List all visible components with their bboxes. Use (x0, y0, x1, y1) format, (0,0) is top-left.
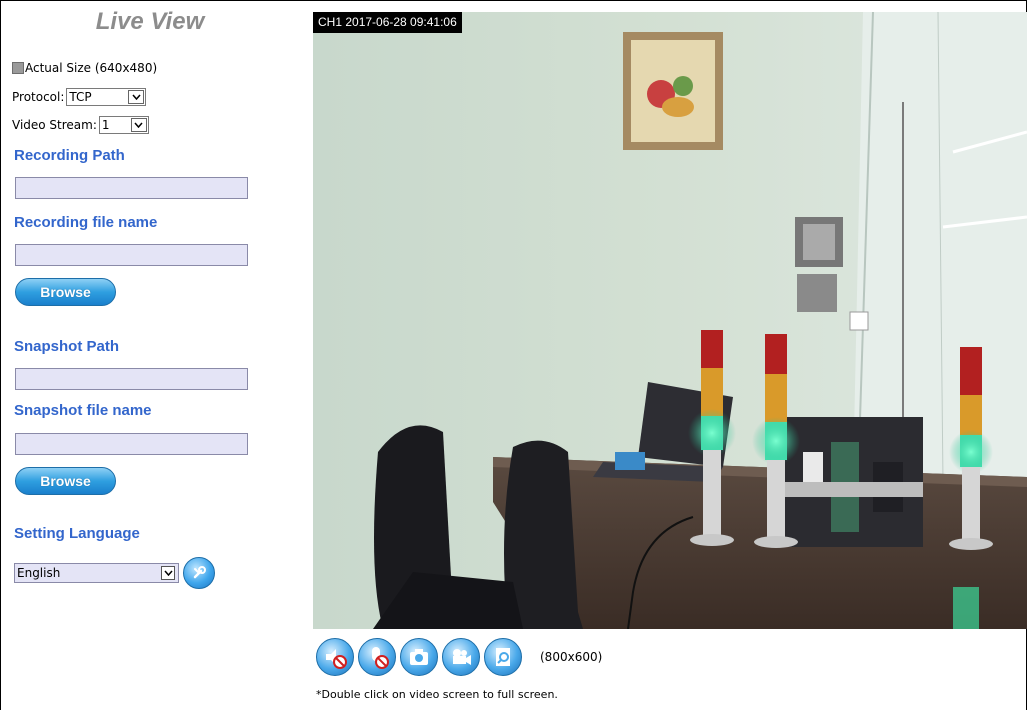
language-row: English (14, 557, 215, 589)
recording-path-input[interactable] (15, 177, 248, 199)
protocol-select[interactable]: TCP (66, 88, 147, 106)
actual-size-label: Actual Size (640x480) (25, 61, 158, 75)
settings-icon (193, 566, 206, 579)
protocol-label: Protocol: (12, 90, 65, 104)
snapshot-file-heading: Snapshot file name (14, 402, 152, 419)
snapshot-path-heading: Snapshot Path (14, 338, 120, 355)
chevron-down-icon (161, 566, 175, 580)
speaker-mute-button[interactable] (316, 638, 354, 676)
video-controls: (800x600) (316, 638, 602, 676)
snapshot-path-input[interactable] (15, 368, 248, 390)
recording-file-input[interactable] (15, 244, 248, 266)
video-screen[interactable] (313, 12, 1027, 629)
microphone-mute-button[interactable] (358, 638, 396, 676)
video-stream-value: 1 (101, 118, 110, 132)
protocol-value: TCP (69, 90, 92, 104)
video-stream-select[interactable]: 1 (98, 116, 149, 134)
record-button[interactable] (442, 638, 480, 676)
chevron-down-icon (128, 90, 145, 104)
actual-size-checkbox[interactable] (12, 62, 24, 74)
zoom-icon (496, 648, 510, 666)
resolution-label: (800x600) (540, 650, 603, 664)
video-camera-icon (453, 649, 471, 665)
chevron-down-icon (130, 118, 147, 132)
video-stream-row: Video Stream: 1 (12, 116, 149, 134)
microphone-muted-icon (372, 647, 389, 669)
snapshot-file-input[interactable] (15, 433, 248, 455)
page-title: Live View (95, 8, 205, 35)
language-heading: Setting Language (14, 525, 140, 542)
speaker-muted-icon (326, 649, 347, 669)
apply-language-button[interactable] (183, 557, 215, 589)
camera-feed-image (313, 12, 1027, 629)
video-timestamp: CH1 2017-06-28 09:41:06 (313, 12, 462, 33)
protocol-row: Protocol: TCP (12, 88, 147, 106)
language-select[interactable]: English (14, 563, 179, 583)
snapshot-browse-button[interactable]: Browse (15, 467, 116, 495)
fullscreen-note: *Double click on video screen to full sc… (316, 688, 558, 701)
video-stream-label: Video Stream: (12, 118, 97, 132)
recording-browse-button[interactable]: Browse (15, 278, 116, 306)
recording-path-heading: Recording Path (14, 147, 125, 164)
recording-file-heading: Recording file name (14, 214, 158, 231)
language-value: English (17, 566, 61, 580)
zoom-button[interactable] (484, 638, 522, 676)
camera-icon (410, 649, 428, 665)
actual-size-option[interactable]: Actual Size (640x480) (12, 61, 157, 75)
snapshot-button[interactable] (400, 638, 438, 676)
